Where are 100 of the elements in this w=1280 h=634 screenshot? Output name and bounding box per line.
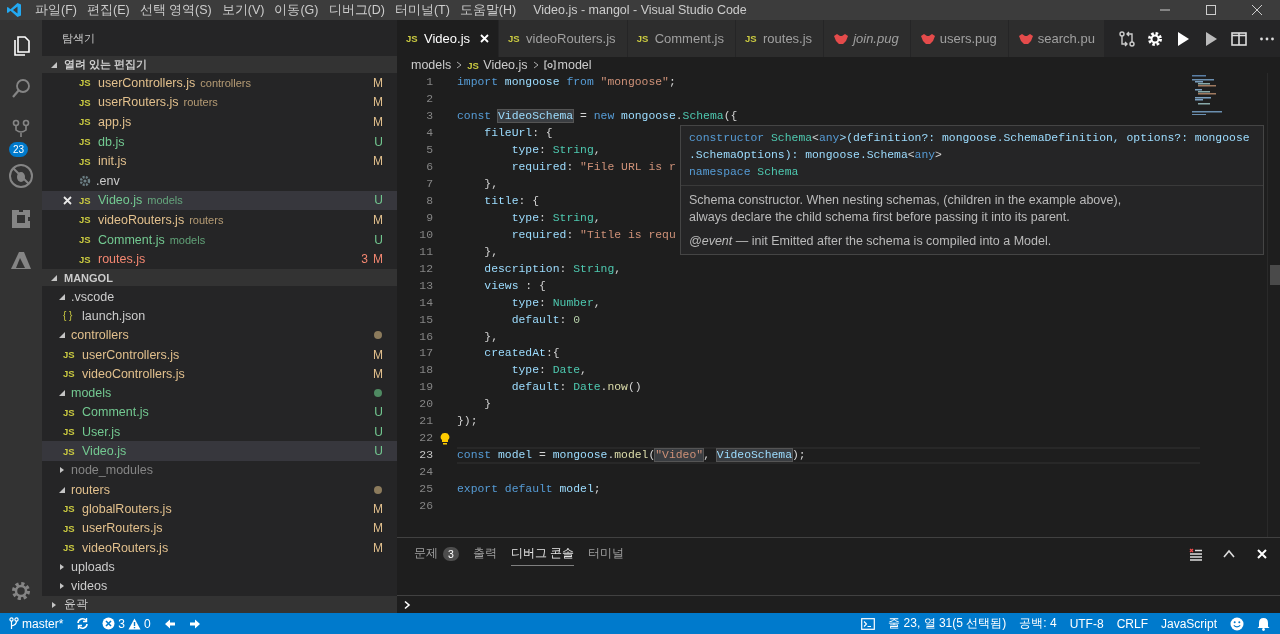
git-status: U bbox=[374, 405, 383, 420]
code-signature: .SchemaOptions): mongoose.Schema<any> bbox=[689, 148, 943, 163]
tooltip-text: @event — init Emitted after the schema is compiled into a Model. bbox=[689, 233, 1053, 250]
editor-tab[interactable]: JS Comment.js bbox=[627, 20, 736, 57]
open-editor-item[interactable]: JS Video.js models U bbox=[42, 190, 397, 211]
editor-tab[interactable]: JS routes.js bbox=[736, 20, 825, 57]
line-number: 5 bbox=[425, 144, 433, 157]
editor-tab[interactable]: search.pu bbox=[1008, 20, 1105, 57]
folder-item[interactable]: .vscode bbox=[42, 287, 397, 307]
indentation-status[interactable]: 공백: 4 bbox=[1019, 615, 1057, 632]
file-item[interactable]: JS Video.js U bbox=[42, 441, 397, 461]
panel-tab[interactable]: 디버그 콘솔 bbox=[510, 542, 575, 566]
file-type-label: JS bbox=[508, 33, 521, 44]
code-line: type: Date, bbox=[510, 364, 587, 377]
code-line: type: Number, bbox=[510, 296, 601, 309]
file-item[interactable]: { } launch.json bbox=[42, 306, 397, 326]
file-type-label: JS bbox=[467, 59, 480, 71]
menu-item[interactable]: 도움말(H) bbox=[454, 0, 522, 20]
menu-item[interactable]: 편집(E) bbox=[81, 0, 135, 20]
line-ending-status[interactable]: CRLF bbox=[1116, 616, 1148, 631]
file-item[interactable]: JS Comment.js U bbox=[42, 402, 397, 423]
cursor-position[interactable]: 줄 23, 열 31(5 선택됨) bbox=[888, 615, 1007, 632]
menu-item[interactable]: 보기(V) bbox=[216, 0, 270, 20]
line-number: 6 bbox=[425, 161, 433, 174]
error-count: 3 bbox=[118, 616, 126, 631]
editor-tab[interactable]: users.pug bbox=[910, 20, 1009, 57]
code-line: type: String, bbox=[510, 211, 601, 224]
file-type-label: JS bbox=[636, 33, 650, 44]
code-line: fileUrl: { bbox=[483, 127, 553, 140]
file-item[interactable]: JS userControllers.js M bbox=[42, 344, 397, 365]
line-number: 10 bbox=[418, 228, 433, 241]
section-header[interactable]: 윤곽 bbox=[42, 596, 397, 613]
file-type-label: JS bbox=[79, 136, 92, 148]
folder-item[interactable]: models bbox=[42, 383, 397, 403]
problem-count: 3 bbox=[361, 252, 368, 267]
menu-item[interactable]: 파일(F) bbox=[30, 0, 82, 20]
file-item[interactable]: JS globalRouters.js M bbox=[42, 499, 397, 519]
folder-item[interactable]: node_modules bbox=[42, 460, 397, 480]
file-item[interactable]: JS videoControllers.js M bbox=[42, 364, 397, 384]
open-editor-item[interactable]: JS init.js M bbox=[42, 151, 397, 171]
panel-tab[interactable]: 출력 bbox=[472, 542, 497, 566]
menu-item[interactable]: 선택 영역(S) bbox=[134, 0, 217, 20]
file-item[interactable]: JS videoRouters.js M bbox=[42, 537, 397, 558]
file-type-label: JS bbox=[79, 77, 92, 89]
code-line: views : { bbox=[483, 279, 546, 292]
branch-status[interactable]: master* bbox=[9, 616, 64, 631]
line-number: 23 bbox=[418, 449, 433, 462]
editor-tab[interactable]: join.pug bbox=[824, 20, 911, 57]
git-status: U bbox=[374, 424, 383, 439]
code-line: default: Date.now() bbox=[510, 381, 642, 394]
file-type-label: JS bbox=[406, 33, 419, 44]
line-number: 24 bbox=[418, 466, 433, 479]
folder-item[interactable]: controllers bbox=[42, 325, 397, 345]
file-item[interactable]: JS userRouters.js M bbox=[42, 518, 397, 538]
code-line: type: String, bbox=[510, 144, 601, 157]
open-editor-item[interactable]: JS userRouters.js routers M bbox=[42, 92, 397, 113]
open-editor-item[interactable]: JS routes.js 3 M bbox=[42, 249, 397, 269]
editor-tab[interactable]: JS videoRouters.js bbox=[499, 20, 628, 57]
line-number: 7 bbox=[425, 178, 433, 191]
git-status: M bbox=[373, 347, 383, 362]
code-line: }, bbox=[483, 330, 498, 343]
breadcrumb[interactable]: JS Video.js bbox=[467, 58, 528, 72]
line-number: 18 bbox=[418, 364, 433, 377]
code-line: required: "File URL is r bbox=[510, 161, 676, 174]
panel-tab[interactable]: 터미널 bbox=[588, 542, 625, 566]
line-number: 14 bbox=[418, 296, 433, 309]
code-line: default: 0 bbox=[510, 313, 581, 326]
git-status: U bbox=[374, 134, 383, 149]
open-editor-item[interactable]: .env bbox=[42, 170, 397, 191]
language-status[interactable]: JavaScript bbox=[1160, 616, 1217, 631]
git-status: M bbox=[373, 115, 383, 129]
folder-item[interactable]: routers bbox=[42, 479, 397, 500]
git-status: M bbox=[373, 252, 383, 267]
folder-item[interactable]: uploads bbox=[42, 557, 397, 577]
open-editor-item[interactable]: JS videoRouters.js routers M bbox=[42, 210, 397, 230]
panel-tab[interactable]: 문제 3 bbox=[414, 542, 459, 566]
file-type-label: JS bbox=[79, 253, 92, 265]
breadcrumb[interactable]: models bbox=[411, 58, 452, 72]
open-editor-item[interactable]: JS app.js M bbox=[42, 112, 397, 132]
folder-hint: models bbox=[147, 194, 183, 207]
problems-status[interactable]: 3 0 bbox=[102, 616, 151, 631]
section-header[interactable]: 열려 있는 편집기 bbox=[42, 56, 397, 73]
breadcrumb[interactable]: model bbox=[543, 58, 592, 72]
code-line: import mongoose from "mongoose"; bbox=[457, 76, 676, 89]
file-item[interactable]: JS User.js U bbox=[42, 422, 397, 442]
encoding-status[interactable]: UTF-8 bbox=[1069, 616, 1104, 631]
menu-item[interactable]: 디버그(D) bbox=[323, 0, 390, 20]
editor-tab[interactable]: JS Video.js bbox=[397, 20, 499, 57]
folder-item[interactable]: videos bbox=[42, 576, 397, 596]
menu-item[interactable]: 터미널(T) bbox=[389, 0, 455, 20]
open-editor-item[interactable]: JS userControllers.js controllers M bbox=[42, 73, 397, 93]
file-type-label: JS bbox=[63, 542, 76, 553]
open-editor-item[interactable]: JS Comment.js models U bbox=[42, 229, 397, 250]
file-type-label: JS bbox=[63, 522, 76, 534]
line-number: 25 bbox=[418, 482, 433, 495]
open-editor-item[interactable]: JS db.js U bbox=[42, 131, 397, 152]
section-header[interactable]: MANGOL bbox=[42, 269, 397, 286]
window-title: Video.js - mangol - Visual Studio Code bbox=[533, 3, 747, 17]
line-number: 20 bbox=[418, 398, 433, 411]
menu-item[interactable]: 이동(G) bbox=[269, 0, 324, 20]
